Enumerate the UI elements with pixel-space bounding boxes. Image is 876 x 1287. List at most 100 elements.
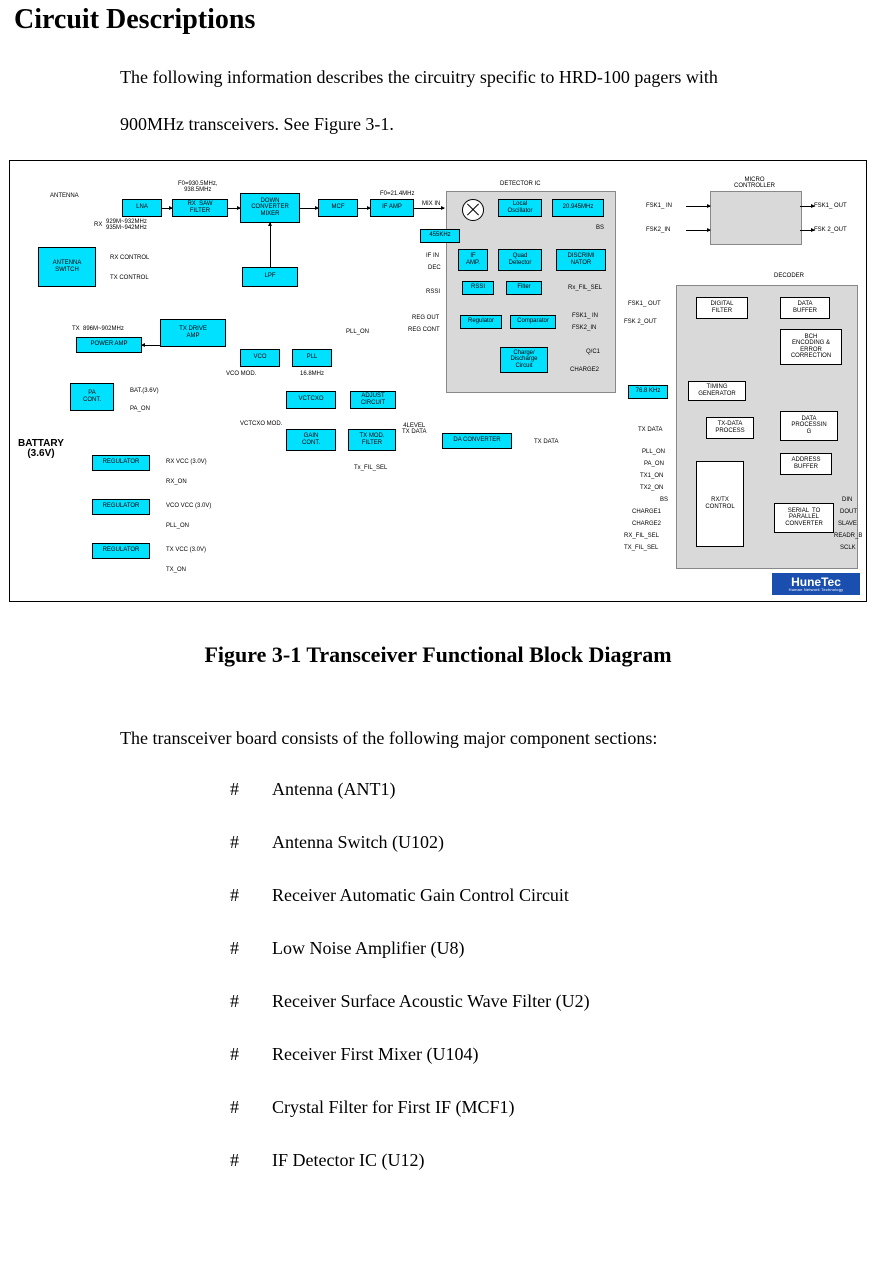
figure-caption: Figure 3-1 Transceiver Functional Block … xyxy=(0,642,876,668)
f455-block: 455KHz xyxy=(420,229,460,243)
hunetec-logo: HuneTec Human Network Technology xyxy=(772,573,860,595)
filter-block: Filter xyxy=(506,281,542,295)
fsk1-in-label: FSK1_ IN xyxy=(572,313,598,319)
component-list: # Antenna (ANT1) #Antenna Switch (U102) #… xyxy=(230,779,876,1171)
hash-bullet: # xyxy=(230,1044,272,1065)
arrow xyxy=(800,206,814,207)
list-item: #IF Detector IC (U12) xyxy=(230,1150,876,1171)
antenna-label: ANTENNA xyxy=(50,193,79,199)
fo2-label: F0=21.4MHz xyxy=(380,191,415,197)
if-amp-header-block: IF AMP xyxy=(370,199,414,217)
hunetec-text: HuneTec xyxy=(791,576,841,588)
tx-drive-amp-block: TX DRIVE AMP xyxy=(160,319,226,347)
list-item-text: Antenna (ANT1) xyxy=(272,779,395,800)
vco-mod-label: VCO MOD. xyxy=(226,371,256,377)
rx-vcc-label: RX VCC (3.0V) xyxy=(166,459,207,465)
addr-buf-block: ADDRESS BUFFER xyxy=(780,453,832,475)
comparator-block: Comparator xyxy=(510,315,556,329)
micro-controller-label: MICRO CONTROLLER xyxy=(734,177,775,190)
da-converter-block: DA CONVERTER xyxy=(442,433,512,449)
down-converter-block: DOWN CONVERTER MIXER xyxy=(240,193,300,223)
pll-on-label: PLL_ON xyxy=(346,329,369,335)
mc-fsk1-in: FSK1_ IN xyxy=(646,203,672,209)
arrow xyxy=(228,208,240,209)
din-label: DIN xyxy=(842,497,852,503)
pa-on-label: PA_ON xyxy=(130,406,150,412)
arrow xyxy=(686,206,710,207)
reg-cont-label: REG CONT xyxy=(408,327,440,333)
regulator-ic-block: Regulator xyxy=(460,315,502,329)
hash-bullet: # xyxy=(230,938,272,959)
list-item-text: Low Noise Amplifier (U8) xyxy=(272,938,464,959)
antenna-switch-block: ANTENNA SWITCH xyxy=(38,247,96,287)
dec-tx1-on: TX1_ON xyxy=(640,473,663,479)
dec-pa-on: PA_ON xyxy=(644,461,664,467)
mcf-block: MCF xyxy=(318,199,358,217)
four-level-label: 4LEVEL TX DATA xyxy=(402,423,426,436)
reg-out-label: REG OUT xyxy=(412,315,439,321)
if-amp-block: IF AMP. xyxy=(458,249,488,271)
hunetec-sub: Human Network Technology xyxy=(789,588,844,592)
data-buffer-block: DATA BUFFER xyxy=(780,297,830,319)
dec-tx-data: TX DATA xyxy=(638,427,662,433)
vctcxo-block: VCTCXO xyxy=(286,391,336,409)
tx-on-label: TX_ON xyxy=(166,567,186,573)
bch-block: BCH ENCODING & ERROR CORRECTION xyxy=(780,329,842,365)
arrow xyxy=(800,230,814,231)
lpf-block: LPF xyxy=(242,267,298,287)
adjust-circuit-block: ADJUST CIRCUIT xyxy=(350,391,396,409)
gain-cont-block: GAIN CONT. xyxy=(286,429,336,451)
freq-168-label: 16.8MHz xyxy=(300,371,324,377)
block-diagram: ANTENNA BATTARY (3.6V) F0=930.5MHz, 938.… xyxy=(9,160,867,602)
rx-prefix: RX xyxy=(94,222,102,228)
qc1-label: Q/C1 xyxy=(586,349,600,355)
arrow xyxy=(162,208,172,209)
arrow xyxy=(358,208,370,209)
intro-paragraph: The following information describes the … xyxy=(120,54,876,148)
regulator-3: REGULATOR xyxy=(92,543,150,559)
hash-bullet: # xyxy=(230,832,272,853)
mixer-icon xyxy=(462,199,484,221)
quad-detector-block: Quad Detector xyxy=(498,249,542,271)
list-item: #Antenna Switch (U102) xyxy=(230,832,876,853)
txdata-proc-block: TX-DATA PROCESS xyxy=(706,417,754,439)
regulator-2: REGULATOR xyxy=(92,499,150,515)
lna-block: LNA xyxy=(122,199,162,217)
hash-bullet: # xyxy=(230,991,272,1012)
dec-tx-fil-sel: TX_FIL_SEL xyxy=(624,545,658,551)
sclk-label: SCLK xyxy=(840,545,856,551)
dec-tx2-on: TX2_ON xyxy=(640,485,663,491)
slave-label: SLAVE xyxy=(838,521,857,527)
arrow xyxy=(300,208,318,209)
bat-label: BAT.(3.6V) xyxy=(130,388,159,394)
charge2-label: CHARGE2 xyxy=(570,367,599,373)
saw-block: RX SAW FILTER xyxy=(172,199,228,217)
arrow xyxy=(686,230,710,231)
mc-fsk2-in: FSK2_IN xyxy=(646,227,670,233)
rx-control-label: RX CONTROL xyxy=(110,255,149,261)
charge-circuit-block: Charge/ Discharge Circuit xyxy=(500,347,548,373)
tx-range: 896M~902MHz xyxy=(83,326,124,332)
dout-label: DOUT xyxy=(840,509,857,515)
list-item-text: IF Detector IC (U12) xyxy=(272,1150,424,1171)
dec-pll-on: PLL_ON xyxy=(642,449,665,455)
data-proc-block: DATA PROCESSIN G xyxy=(780,411,838,441)
micro-controller-box xyxy=(710,191,802,245)
dec-charge2: CHARGE2 xyxy=(632,521,661,527)
rx-range: 929M~932MHz 935M~942MHz xyxy=(106,219,147,232)
hash-bullet: # xyxy=(230,1150,272,1171)
dec-fsk2-out: FSK 2_OUT xyxy=(624,319,657,325)
rx-on-label: RX_ON xyxy=(166,479,187,485)
dec-charge1: CHARGE1 xyxy=(632,509,661,515)
digital-filter-block: DIGITAL FILTER xyxy=(696,297,748,319)
discriminator-block: DISCRIMI NATOR xyxy=(556,249,606,271)
list-item: #Receiver Automatic Gain Control Circuit xyxy=(230,885,876,906)
tx-vcc-label: TX VCC (3.0V) xyxy=(166,547,206,553)
arrow xyxy=(414,208,444,209)
if-in-label: IF IN xyxy=(426,253,439,259)
pll-on-label-2: PLL_ON xyxy=(166,523,189,529)
component-list-intro: The transceiver board consists of the fo… xyxy=(120,728,876,749)
vco-vcc-label: VCO VCC (3.0V) xyxy=(166,503,211,509)
regulator-1: REGULATOR xyxy=(92,455,150,471)
mix-in-label: MIX IN xyxy=(422,201,440,207)
